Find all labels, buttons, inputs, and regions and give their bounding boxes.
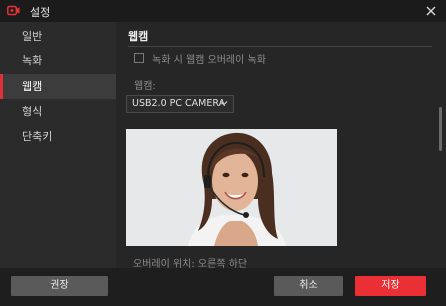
sidebar-item-label: 일반 — [22, 30, 43, 43]
overlay-checkbox[interactable] — [134, 53, 144, 63]
webcam-preview — [126, 129, 337, 246]
webcam-select[interactable]: USB2.0 PC CAMERA — [126, 95, 234, 113]
save-button[interactable]: 저장 — [355, 276, 426, 296]
sidebar-item-format[interactable]: 형식 — [0, 99, 116, 124]
sidebar-item-webcam[interactable]: 웹캠 — [0, 74, 116, 99]
close-icon[interactable] — [424, 4, 438, 18]
camera-record-icon — [7, 5, 20, 16]
sidebar-item-recording[interactable]: 녹화 — [0, 48, 116, 73]
section-title: 웹캠 — [128, 30, 149, 43]
chevron-down-icon — [220, 101, 228, 106]
sidebar-item-label: 형식 — [22, 105, 43, 118]
section-divider — [128, 46, 432, 47]
title-bar: 설정 — [0, 0, 446, 22]
webcam-label: 웹캠: — [134, 81, 156, 92]
webcam-select-value: USB2.0 PC CAMERA — [132, 98, 226, 109]
sidebar-item-label: 웹캠 — [22, 80, 43, 93]
webcam-settings-panel: 웹캠 녹화 시 웹캠 오버레이 녹화 웹캠: USB2.0 PC CAMERA — [116, 22, 446, 268]
window-title: 설정 — [30, 6, 51, 19]
overlay-checkbox-label[interactable]: 녹화 시 웹캠 오버레이 녹화 — [152, 51, 266, 66]
sidebar-item-label: 녹화 — [22, 54, 43, 67]
scrollbar-thumb[interactable] — [439, 107, 442, 151]
sidebar-item-general[interactable]: 일반 — [0, 24, 116, 49]
webcam-preview-image — [126, 129, 337, 246]
overlay-position-text: 오버레이 위치: 오른쪽 하단 — [133, 259, 248, 268]
settings-sidebar: 일반 녹화 웹캠 형식 단축키 — [0, 22, 116, 268]
recommended-button[interactable]: 권장 — [11, 276, 108, 296]
settings-window: 설정 일반 녹화 웹캠 형식 단축키 웹캠 녹화 시 웹캠 오버레이 녹화 웹캠… — [0, 0, 446, 306]
cancel-button[interactable]: 취소 — [274, 276, 343, 296]
sidebar-item-label: 단축키 — [22, 130, 53, 143]
sidebar-item-shortcuts[interactable]: 단축키 — [0, 124, 116, 149]
